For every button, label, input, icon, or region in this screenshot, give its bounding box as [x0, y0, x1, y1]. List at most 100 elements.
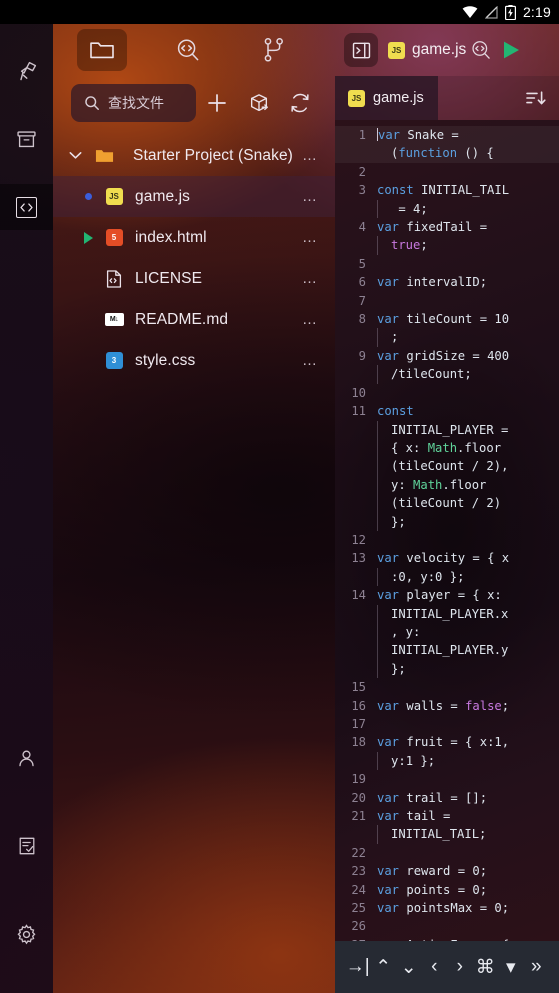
code-line[interactable]: 7 — [335, 292, 559, 310]
code-line[interactable]: 26 — [335, 917, 559, 935]
sidebar-item-settings[interactable] — [0, 911, 53, 957]
code-segment: var pointsMax = 0; — [377, 899, 557, 917]
code-line[interactable]: 3 const INITIAL_TAIL = 4; — [335, 181, 559, 219]
code-line[interactable]: 8 var tileCount = 10; — [335, 310, 559, 347]
code-text: const INITIAL_TAIL = 4; — [377, 181, 559, 219]
code-line[interactable]: 25 var pointsMax = 0; — [335, 899, 559, 917]
code-line[interactable]: 22 — [335, 844, 559, 862]
code-line[interactable]: 15 — [335, 678, 559, 696]
code-token: 0 — [398, 569, 406, 584]
angle-left-key[interactable]: ‹ — [422, 956, 448, 978]
code-line[interactable]: 13 var velocity = { x:0, y:0 }; — [335, 549, 559, 587]
package-export-button[interactable] — [238, 82, 280, 124]
file-menu-button[interactable]: … — [302, 353, 325, 368]
code-token: fruit = { x: — [399, 735, 495, 750]
code-text — [377, 715, 559, 733]
code-line[interactable]: 18 var fruit = { x:1, y:1 }; — [335, 733, 559, 771]
code-token: reward = — [399, 864, 473, 879]
code-token: true — [391, 238, 421, 253]
sidebar-item-account[interactable] — [0, 735, 53, 781]
file-name: index.html — [135, 228, 207, 246]
indent-guide — [377, 236, 378, 255]
sidebar-item-code[interactable] — [0, 184, 53, 230]
code-line[interactable]: 9 var gridSize = 400/tileCount; — [335, 347, 559, 384]
tab-code-search[interactable] — [163, 29, 213, 71]
code-content-area[interactable]: 1 var Snake = (function () {2 3 const INIT… — [335, 120, 559, 941]
code-text — [377, 384, 559, 402]
refresh-button[interactable] — [279, 82, 321, 124]
md-badge: M↓ — [104, 313, 124, 326]
run-play-icon[interactable] — [75, 231, 101, 244]
file-menu-button[interactable]: … — [302, 312, 325, 327]
sidebar-item-tasks[interactable] — [0, 823, 53, 869]
code-line[interactable]: 21 var tail = INITIAL_TAIL; — [335, 807, 559, 844]
file-menu-button[interactable]: … — [302, 271, 325, 286]
code-line[interactable]: 24 var points = 0; — [335, 881, 559, 899]
code-line[interactable]: 2 — [335, 163, 559, 181]
code-line[interactable]: 10 — [335, 384, 559, 402]
sort-descending-button[interactable] — [513, 76, 559, 120]
code-token: (tileCount / — [391, 496, 487, 511]
tab-git-branches[interactable] — [249, 29, 299, 71]
more-keys[interactable]: » — [524, 956, 550, 978]
command-key[interactable]: ⌘ — [473, 956, 499, 979]
arrow-up-key[interactable]: ⌃ — [371, 956, 397, 979]
dropdown-key[interactable]: ▾ — [498, 956, 524, 979]
code-line[interactable]: 27var ActionEnum = {'none':0, 'up':1 — [335, 936, 559, 941]
code-line[interactable]: 19 — [335, 770, 559, 788]
file-menu-button[interactable]: … — [302, 189, 325, 204]
tab-key[interactable]: →| — [345, 956, 371, 978]
code-segment: var tail = — [377, 807, 557, 825]
code-segment: var gridSize = 400 — [377, 347, 557, 365]
code-line[interactable]: 6 var intervalID; — [335, 273, 559, 291]
code-token: }; — [413, 753, 436, 768]
editor-current-file[interactable]: JS game.js — [388, 41, 466, 59]
tree-row-index-html[interactable]: 5 index.html … — [53, 217, 335, 258]
sidebar-item-telescope[interactable] — [0, 48, 53, 94]
code-line[interactable]: 14 var player = { x: INITIAL_PLAYER.x , y: I… — [335, 586, 559, 679]
code-line[interactable]: 23 var reward = 0; — [335, 862, 559, 880]
code-token: var — [378, 128, 401, 142]
code-token: 400 — [487, 348, 510, 363]
code-text: var gridSize = 400/tileCount; — [377, 347, 559, 384]
code-token: { x: — [391, 440, 428, 455]
code-token: ; — [501, 901, 510, 916]
editor-search-button[interactable] — [466, 33, 496, 67]
file-name: style.css — [135, 351, 196, 369]
run-button[interactable] — [496, 33, 526, 67]
code-line[interactable]: 16 var walls = false; — [335, 697, 559, 715]
tree-row-readme-md[interactable]: M↓ README.md … — [53, 299, 335, 340]
code-line[interactable]: 4 var fixedTail = true; — [335, 218, 559, 255]
code-wrapped-segment: ; — [377, 328, 557, 347]
indent-guide — [377, 751, 378, 771]
code-line[interactable]: 12 — [335, 531, 559, 549]
tab-game-js[interactable]: JS game.js — [335, 76, 438, 120]
angle-right-key[interactable]: › — [447, 956, 473, 978]
new-file-button[interactable] — [196, 82, 238, 124]
code-token: 0 — [494, 901, 502, 916]
line-number: 16 — [351, 698, 366, 713]
file-menu-button[interactable]: … — [302, 230, 325, 245]
tree-row-style-css[interactable]: 3 style.css … — [53, 340, 335, 381]
panel-collapse-button[interactable] — [344, 33, 378, 67]
code-line[interactable]: 17 — [335, 715, 559, 733]
search-input[interactable]: 查找文件 — [71, 84, 197, 122]
code-line[interactable]: 20 var trail = []; — [335, 789, 559, 807]
tree-row-license[interactable]: LICENSE … — [53, 258, 335, 299]
line-number: 18 — [351, 735, 366, 750]
line-number: 8 — [358, 312, 366, 327]
code-line[interactable]: 5 — [335, 255, 559, 273]
code-editor-panel: JS game.js JS game.js 1 var Snake = (fun… — [335, 24, 559, 993]
project-menu-button[interactable]: … — [302, 148, 325, 163]
tree-row-game-js[interactable]: JS game.js … — [53, 176, 335, 217]
tree-row-project[interactable]: Starter Project (Snake) … — [53, 135, 335, 176]
sidebar-item-archive[interactable] — [0, 116, 53, 162]
code-token: ActionEnum = { — [399, 938, 509, 941]
line-number: 6 — [358, 275, 366, 290]
arrow-down-key[interactable]: ⌄ — [396, 956, 422, 979]
line-number: 12 — [351, 532, 366, 547]
code-token: trail = []; — [399, 790, 488, 805]
tab-files[interactable] — [77, 29, 127, 71]
code-line[interactable]: 1 var Snake = (function () { — [335, 126, 559, 163]
code-line[interactable]: 11 const INITIAL_PLAYER = { x: Math.floor(… — [335, 402, 559, 531]
